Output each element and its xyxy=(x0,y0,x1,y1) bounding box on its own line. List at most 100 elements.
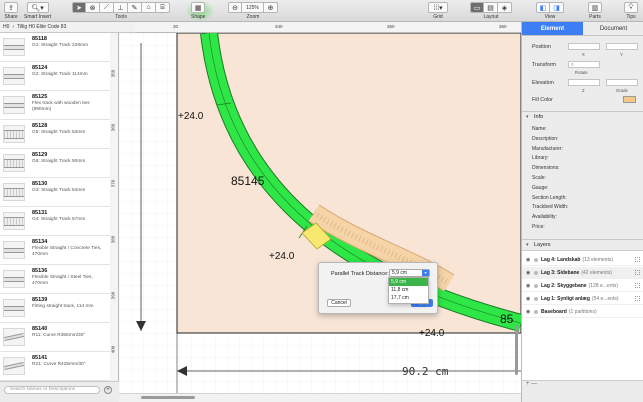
delete-tool-icon[interactable]: ⊗ xyxy=(86,2,100,13)
eye-icon[interactable]: ◉ xyxy=(526,254,530,266)
layer-title: Lag 1: Synligt anlæg xyxy=(541,296,590,302)
layer-row[interactable]: ◉ Lag 4: Landskab (13 elements) xyxy=(522,254,643,266)
library-item[interactable]: 85129 G6: Straight Track 50mm xyxy=(0,149,110,178)
layers-title: Layers xyxy=(534,242,551,248)
layer-lock-icon[interactable] xyxy=(534,297,538,301)
info-section-header[interactable]: ▾ Info xyxy=(522,111,643,122)
layer-color-box[interactable] xyxy=(635,257,640,262)
eye-icon[interactable]: ◉ xyxy=(526,306,530,318)
fill-color-well[interactable] xyxy=(623,96,636,103)
x-label: X xyxy=(582,52,585,57)
cancel-button[interactable]: Cancel xyxy=(327,299,351,307)
view-right-panel-icon[interactable]: ◨ xyxy=(550,2,564,13)
info-row-label: Trackbed Width: xyxy=(532,204,569,211)
layers-list[interactable]: ◉ Lag 4: Landskab (13 elements) ◉ Lag 3: Sid… xyxy=(522,250,643,380)
layer-lock-icon[interactable] xyxy=(534,310,538,314)
layer-lock-icon[interactable] xyxy=(534,258,538,262)
library-list[interactable]: 85118 G1: Straight Track 228mm 85124 G2: St… xyxy=(0,33,110,381)
layout-3d-icon[interactable]: ◈ xyxy=(498,2,512,13)
view-left-panel-icon[interactable]: ◧ xyxy=(536,2,550,13)
layout-canvas[interactable]: +24.0 85145 +24.0 +24.0 85 90.2 cm xyxy=(119,33,521,393)
layer-row[interactable]: ◉ Baseboard (1 partitions) xyxy=(522,306,643,318)
shape-icon[interactable]: ▦ xyxy=(191,2,206,13)
layout-list-icon[interactable]: ▤ xyxy=(484,2,498,13)
grade-field[interactable] xyxy=(606,79,638,86)
layer-lock-icon[interactable] xyxy=(534,271,538,275)
layer-row[interactable]: ◉ Lag 2: Skyggebane (128 e...ents) xyxy=(522,280,643,292)
smart-insert-button[interactable]: 🔍︎▾ xyxy=(26,2,49,13)
zoom-in-icon[interactable]: ⊕ xyxy=(264,2,278,13)
layout-plan-icon[interactable]: ▭ xyxy=(470,2,484,13)
layer-title: Lag 3: Sidebane xyxy=(541,270,580,276)
info-row-label: Section Length: xyxy=(532,194,567,201)
layers-section-header[interactable]: ▾ Layers xyxy=(522,239,643,250)
distance-option[interactable]: 11,8 cm xyxy=(389,286,428,294)
tips-icon[interactable]: 💡︎ xyxy=(624,2,638,13)
toolbar: ⇪ Share 🔍︎▾ Smart Insert ➤ ⊗ ⟋ ⊥ ✎ ⌂ ⌸ T… xyxy=(0,0,643,22)
rotate-field[interactable]: 0 xyxy=(568,61,600,68)
parts-group: ▥ Parts xyxy=(588,2,602,20)
tab-element[interactable]: Element xyxy=(522,22,583,35)
layer-color-box[interactable] xyxy=(635,283,640,288)
zoom-value[interactable]: 125% xyxy=(242,2,264,13)
parts-icon[interactable]: ▥ xyxy=(588,2,602,13)
parallel-distance-label: Parallel Track Distance: xyxy=(331,271,389,277)
library-item[interactable]: 85128 G5: Straight Track 53mm xyxy=(0,120,110,149)
elevation-z-field[interactable] xyxy=(568,79,600,86)
parallel-distance-select[interactable]: 5,9 cm ▾ xyxy=(389,269,430,277)
pencil-tool-icon[interactable]: ✎ xyxy=(128,2,142,13)
layer-row[interactable]: ◉ Lag 3: Sidebane (42 elements) xyxy=(522,267,643,279)
layer-name: Lag 3: Sidebane (42 elements) xyxy=(541,267,612,279)
zoom-out-icon[interactable]: ⊖ xyxy=(228,2,242,13)
building-tool-icon[interactable]: ⌸ xyxy=(156,2,170,13)
library-item[interactable]: 85134 Flexible Straight / Concrete Ties, … xyxy=(0,236,110,265)
eye-icon[interactable]: ◉ xyxy=(526,293,530,305)
distance-option[interactable]: 5,9 cm xyxy=(389,278,428,286)
track-plan-drawing[interactable]: +24.0 85145 +24.0 +24.0 85 90.2 cm xyxy=(119,33,521,393)
layer-row[interactable]: ◉ Lag 1: Synligt anlæg (54 e...ents) xyxy=(522,293,643,305)
breadcrumb-library[interactable]: Tillig H0 Elite Code 83 xyxy=(17,24,66,30)
library-item[interactable]: 85125 Flex track with wooden ties (890mm) xyxy=(0,91,110,120)
arrow-tool-icon[interactable]: ➤ xyxy=(72,2,86,13)
library-item[interactable]: 85131 G4: Straight Track 57mm xyxy=(0,207,110,236)
library-item[interactable]: 85124 G2: Straight Track 114mm xyxy=(0,62,110,91)
layout-group: ▭ ▤ ◈ Layout xyxy=(470,2,512,20)
library-item[interactable]: 85141 R21: Curve R425mm/30° xyxy=(0,352,110,381)
elevation-label: Elevation xyxy=(532,80,554,86)
hat-tool-icon[interactable]: ⌂ xyxy=(142,2,156,13)
track-tool-icon[interactable]: ⟋ xyxy=(100,2,114,13)
library-item[interactable]: 85140 R11: Curve R366mm/30° xyxy=(0,323,110,352)
library-item[interactable]: 85118 G1: Straight Track 228mm xyxy=(0,33,110,62)
breadcrumb-root[interactable]: H0 xyxy=(3,24,9,30)
track-thumbnail-icon xyxy=(3,125,25,143)
eye-icon[interactable]: ◉ xyxy=(526,267,530,279)
layer-lock-icon[interactable] xyxy=(534,284,538,288)
shape-label: Shape xyxy=(191,14,206,20)
tab-document[interactable]: Document xyxy=(583,22,643,35)
share-icon[interactable]: ⇪ xyxy=(4,2,18,13)
add-part-icon[interactable]: + xyxy=(104,386,112,394)
pin-tool-icon[interactable]: ⊥ xyxy=(114,2,128,13)
disclosure-triangle-icon[interactable]: ▾ xyxy=(526,112,529,123)
layer-color-box[interactable] xyxy=(635,270,640,275)
position-x-field[interactable] xyxy=(568,43,600,50)
layers-footer[interactable]: + — xyxy=(522,380,643,402)
zoom-label: Zoom xyxy=(246,14,260,20)
canvas-vertical-scrollbar[interactable] xyxy=(515,325,518,375)
library-item[interactable]: 85139 Fitting straight track, 114 mm xyxy=(0,294,110,323)
horizontal-scroll-thumb[interactable] xyxy=(141,396,195,399)
position-y-field[interactable] xyxy=(606,43,638,50)
position-label: Position xyxy=(532,44,551,50)
distance-option[interactable]: 17,7 cm xyxy=(389,294,428,302)
library-search-input[interactable]: Search Names or Descriptions xyxy=(4,386,100,394)
track-shape-icon xyxy=(4,276,24,282)
grid-icon[interactable]: ⁞⁞⁞▾ xyxy=(428,2,448,13)
info-row-label: Gauge: xyxy=(532,184,549,191)
library-item[interactable]: 85130 G3: Straight Track 64mm xyxy=(0,178,110,207)
library-item[interactable]: 85136 Flexible Straight / Steel Ties, 470… xyxy=(0,265,110,294)
part-number: 85125 xyxy=(32,94,48,100)
eye-icon[interactable]: ◉ xyxy=(526,280,530,292)
canvas-horizontal-scrollbar[interactable] xyxy=(119,393,521,402)
layer-color-box[interactable] xyxy=(635,296,640,301)
library-breadcrumb[interactable]: H0 › Tillig H0 Elite Code 83 xyxy=(0,22,135,33)
